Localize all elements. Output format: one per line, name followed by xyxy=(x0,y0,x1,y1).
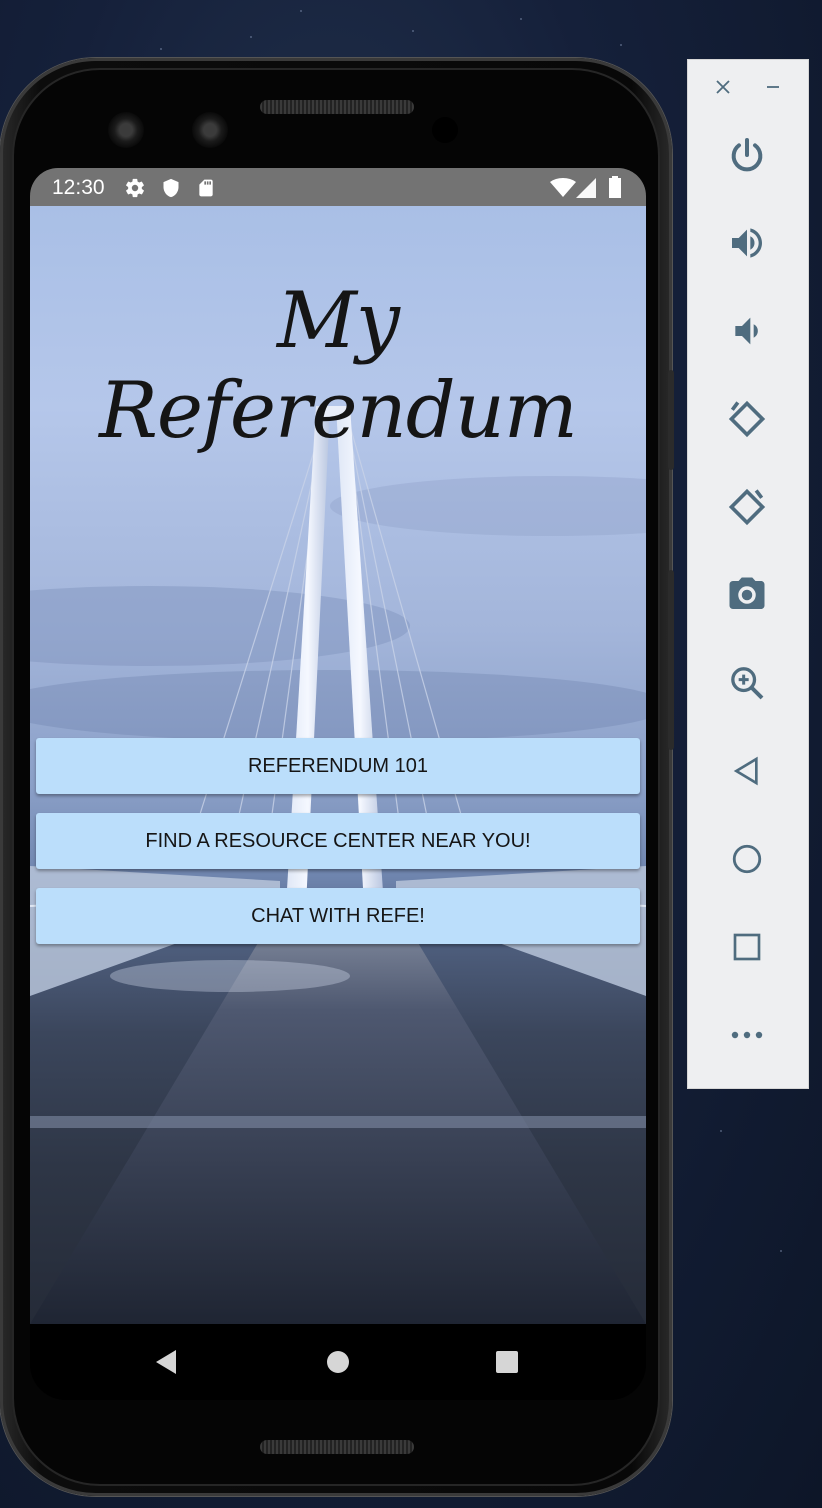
toolbar-home-button[interactable] xyxy=(718,830,776,888)
rotate-left-icon xyxy=(728,400,766,438)
back-icon[interactable] xyxy=(154,1348,178,1376)
earpiece-speaker xyxy=(260,100,414,114)
referendum-101-button[interactable]: REFERENDUM 101 xyxy=(36,738,640,794)
toolbar-back-button[interactable] xyxy=(718,742,776,800)
camera-icon xyxy=(729,577,765,609)
volume-down-button[interactable] xyxy=(718,302,776,360)
recents-icon[interactable] xyxy=(496,1351,518,1373)
wifi-icon xyxy=(550,178,576,197)
screenshot-button[interactable] xyxy=(718,566,776,624)
minimize-icon[interactable] xyxy=(758,72,788,102)
rotate-left-button[interactable] xyxy=(718,390,776,448)
rotate-right-button[interactable] xyxy=(718,478,776,536)
more-button[interactable] xyxy=(718,1006,776,1064)
phone-side-button xyxy=(668,370,674,470)
front-camera xyxy=(192,112,228,148)
app-title: My Referendum xyxy=(99,276,578,456)
find-resource-center-button[interactable]: FIND A RESOURCE CENTER NEAR YOU! xyxy=(36,813,640,869)
status-bar: 12:30 xyxy=(30,168,646,206)
more-icon xyxy=(731,1031,763,1039)
zoom-icon xyxy=(731,667,764,700)
sd-card-icon xyxy=(199,179,213,197)
home-icon xyxy=(732,844,762,874)
power-button[interactable] xyxy=(718,126,776,184)
chat-with-refe-button[interactable]: CHAT WITH REFE! xyxy=(36,888,640,944)
phone-side-button xyxy=(668,570,674,750)
home-icon[interactable] xyxy=(327,1351,349,1373)
toolbar-overview-button[interactable] xyxy=(718,918,776,976)
rotate-right-icon xyxy=(728,488,766,526)
back-icon xyxy=(733,756,758,786)
volume-up-button[interactable] xyxy=(718,214,776,272)
battery-icon xyxy=(609,176,621,198)
front-camera xyxy=(108,112,144,148)
status-time: 12:30 xyxy=(52,176,105,199)
app-content: My Referendum REFERENDUM 101 FIND A RESO… xyxy=(30,206,646,1324)
navigation-bar xyxy=(30,1324,646,1400)
zoom-button[interactable] xyxy=(718,654,776,712)
close-icon[interactable] xyxy=(708,72,738,102)
bottom-speaker xyxy=(260,1440,414,1454)
volume-up-icon xyxy=(732,228,762,258)
volume-down-icon xyxy=(735,317,758,345)
shield-icon xyxy=(163,178,179,198)
proximity-sensor xyxy=(432,117,458,143)
emulator-toolbar xyxy=(687,59,809,1089)
power-icon xyxy=(731,138,763,172)
signal-icon xyxy=(576,178,596,198)
overview-icon xyxy=(733,933,761,961)
gear-icon xyxy=(126,178,144,198)
device-screen: 12:30 My Referendum REFERENDUM 101 FIND … xyxy=(30,168,646,1400)
